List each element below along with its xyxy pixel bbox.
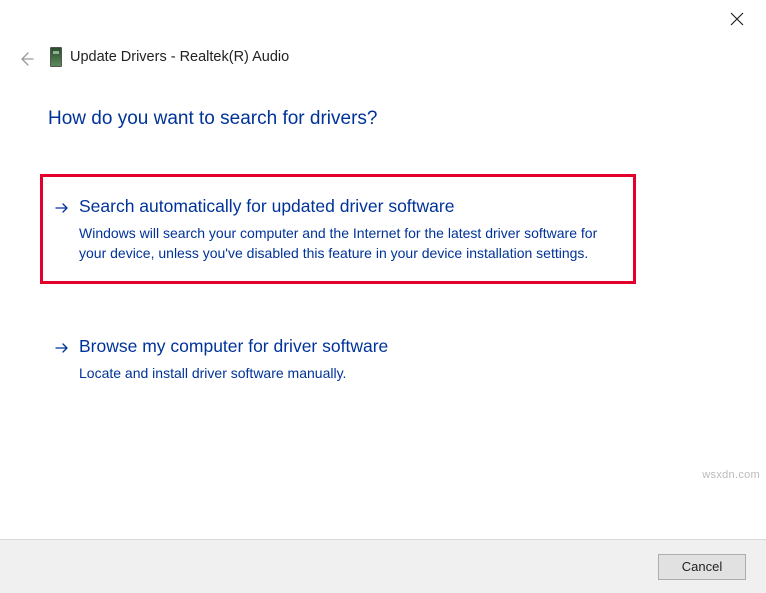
- back-button[interactable]: [18, 51, 38, 71]
- window-title: Update Drivers - Realtek(R) Audio: [70, 49, 289, 65]
- option-body: Browse my computer for driver software L…: [79, 335, 611, 383]
- option-description: Windows will search your computer and th…: [79, 223, 611, 264]
- page-heading: How do you want to search for drivers?: [48, 108, 378, 130]
- arrow-right-icon: [55, 201, 69, 215]
- option-body: Search automatically for updated driver …: [79, 195, 611, 263]
- option-description: Locate and install driver software manua…: [79, 363, 611, 383]
- device-icon: [50, 47, 62, 67]
- option-title: Search automatically for updated driver …: [79, 195, 611, 218]
- close-button[interactable]: [728, 12, 746, 30]
- footer-bar: Cancel: [0, 539, 766, 593]
- watermark-text: wsxdn.com: [702, 469, 760, 481]
- cancel-button[interactable]: Cancel: [658, 554, 746, 580]
- close-icon: [728, 12, 746, 26]
- arrow-right-icon: [55, 341, 69, 355]
- option-browse-computer[interactable]: Browse my computer for driver software L…: [40, 314, 636, 404]
- arrow-left-icon: [18, 54, 34, 71]
- header: Update Drivers - Realtek(R) Audio: [50, 47, 289, 67]
- option-title: Browse my computer for driver software: [79, 335, 611, 358]
- option-search-automatically[interactable]: Search automatically for updated driver …: [40, 174, 636, 284]
- wizard-content: Update Drivers - Realtek(R) Audio How do…: [0, 0, 766, 539]
